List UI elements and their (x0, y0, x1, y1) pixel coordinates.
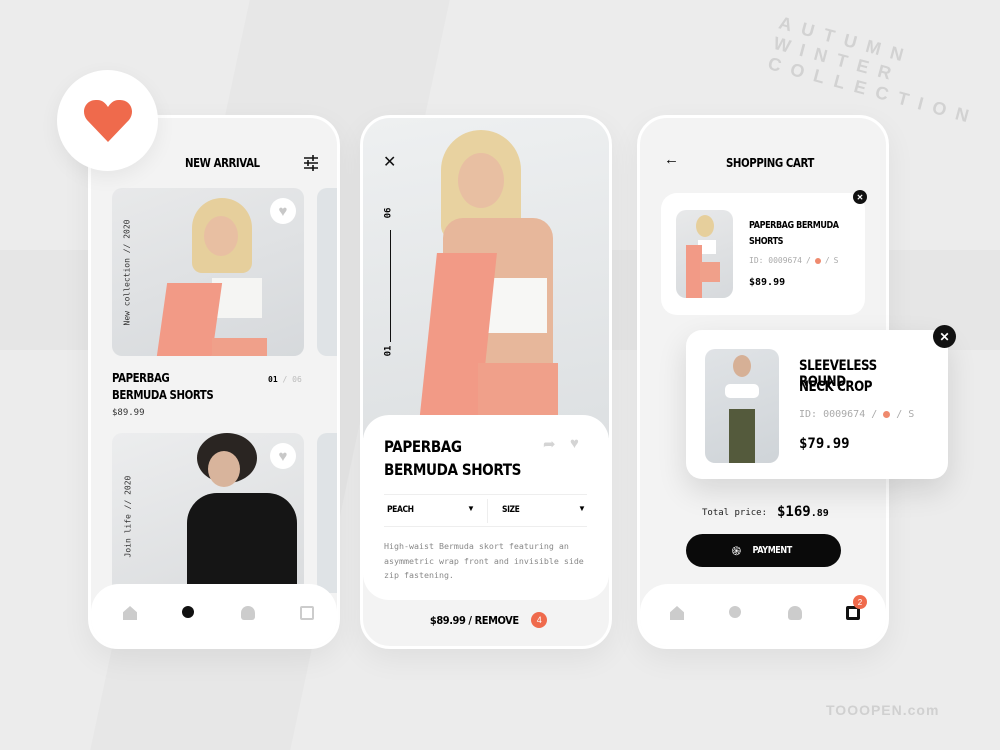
fingerprint-icon: ֍ (731, 544, 742, 558)
model-face (208, 451, 240, 487)
hero-image (363, 118, 609, 438)
next-product-peek[interactable] (317, 433, 337, 593)
color-swatch (883, 411, 891, 418)
user-icon[interactable] (241, 606, 255, 620)
cart-item-price: $79.99 (799, 436, 850, 452)
cart-item-image (705, 349, 779, 463)
product-description: High-waist Bermuda skort featuring an as… (384, 541, 584, 580)
model-hair (696, 215, 714, 237)
cart-item-meta: ID: 0009674/ / S (799, 409, 915, 420)
remove-button[interactable]: $89.99 / REMOVE 4 (363, 612, 609, 628)
heart-icon: ♥ (278, 447, 288, 465)
detail-card: PAPERBAG BERMUDA SHORTS ➦ ♥ PEACH ▼ SIZE… (363, 415, 609, 600)
decor-text: AUTUMN WINTER COLLECTION (765, 12, 981, 129)
cart-item-image (676, 210, 733, 298)
next-product-peek[interactable] (317, 188, 337, 356)
close-icon: ✕ (856, 192, 864, 202)
cart-item-id: ID: 0009674 (749, 256, 802, 265)
side-label: Join life // 2020 (123, 475, 133, 558)
pager-total: 06 (292, 375, 302, 384)
model-face (204, 216, 238, 256)
heart-icon[interactable]: ♥ (570, 435, 579, 452)
cart-item-expanded: SLEEVELESS ROUND NECK CROP ID: 0009674/ … (686, 325, 956, 479)
close-icon[interactable]: ✕ (383, 152, 396, 172)
model-top (725, 384, 759, 398)
divider (487, 499, 488, 523)
caret-down-icon: ▼ (578, 504, 586, 513)
model-shorts (212, 338, 267, 356)
pager-sep: / (282, 375, 288, 384)
total-cents: .89 (810, 508, 829, 519)
payment-button[interactable]: ֍ PAYMENT (686, 534, 841, 567)
cart-item: PAPERBAG BERMUDA SHORTS ID: 0009674/ / S… (661, 190, 867, 315)
favorite-button[interactable]: ♥ (270, 443, 296, 469)
home-icon[interactable] (670, 606, 684, 620)
product-image[interactable]: ♥ New collection // 2020 (112, 188, 304, 356)
cart-item-name-line2: NECK CROP (799, 379, 873, 395)
remove-item-button[interactable]: ✕ (933, 325, 956, 348)
cart-item-price: $89.99 (749, 277, 786, 288)
bottom-nav: 2 (640, 584, 886, 646)
product-name-line2: BERMUDA SHORTS (112, 388, 214, 402)
logo-badge (57, 70, 158, 171)
page-title: SHOPPING CART (726, 156, 814, 170)
side-label: New collection // 2020 (122, 219, 132, 326)
product-pager: 01 / 06 (268, 375, 302, 384)
back-arrow-icon[interactable]: ← (664, 151, 679, 168)
cart-item-size: S (833, 256, 839, 265)
model-pants (729, 409, 755, 463)
model-face (458, 153, 504, 208)
product-name-line1: PAPERBAG (112, 371, 170, 385)
payment-label: PAYMENT (752, 545, 793, 556)
product-price: $89.99 (112, 408, 145, 418)
model-shorts (478, 363, 558, 423)
total-label: Total price: (702, 508, 768, 518)
size-select-value: SIZE (502, 505, 520, 515)
pager-line (390, 230, 391, 342)
quantity-badge: 4 (531, 612, 548, 628)
sliders-icon[interactable] (303, 155, 319, 171)
cart-item-id: ID: 0009674 (799, 409, 866, 420)
size-select[interactable]: SIZE ▼ (494, 495, 587, 527)
options-row: PEACH ▼ SIZE ▼ (384, 494, 587, 527)
search-icon[interactable] (182, 606, 194, 618)
model-top (187, 493, 297, 593)
product-title-line1: PAPERBAG (384, 437, 462, 456)
pager-current: 01 (268, 375, 278, 384)
color-select[interactable]: PEACH ▼ (384, 495, 484, 527)
share-icon[interactable]: ➦ (543, 435, 556, 453)
cart-item-meta: ID: 0009674/ / S (749, 256, 839, 265)
caret-down-icon: ▼ (467, 504, 475, 513)
phone-product-detail: ✕ 06 01 PAPERBAG BERMUDA SHORTS ➦ ♥ PEAC… (360, 115, 612, 649)
color-swatch (814, 257, 821, 264)
user-icon[interactable] (788, 606, 802, 620)
product-title-line2: BERMUDA SHORTS (384, 460, 521, 479)
bag-icon[interactable] (300, 606, 314, 620)
product-image[interactable]: ♥ Join life // 2020 (112, 433, 304, 593)
heart-icon: ♥ (278, 202, 288, 220)
watermark: TOOOPEN.com (826, 702, 940, 718)
cart-badge: 2 (853, 595, 867, 609)
close-icon: ✕ (939, 329, 950, 344)
model-face (733, 355, 751, 377)
phone-new-arrival: NEW ARRIVAL ♥ New collection // 2020 PAP… (88, 115, 340, 649)
pager-bottom: 01 (383, 345, 394, 357)
bottom-nav (91, 584, 337, 646)
remove-item-button[interactable]: ✕ (853, 190, 867, 204)
total-price: $169.89 (777, 501, 829, 520)
total-main: $169 (777, 504, 811, 520)
page-title: NEW ARRIVAL (185, 156, 260, 170)
home-icon[interactable] (123, 606, 137, 620)
cart-item-size: S (908, 409, 915, 420)
model-shorts (700, 262, 720, 282)
heart-icon (83, 99, 132, 142)
favorite-button[interactable]: ♥ (270, 198, 296, 224)
color-select-value: PEACH (387, 505, 414, 515)
search-icon[interactable] (729, 606, 741, 618)
cart-item-name: PAPERBAG BERMUDA SHORTS (749, 220, 839, 247)
pager-top: 06 (383, 207, 394, 219)
remove-label: $89.99 / REMOVE (429, 613, 519, 627)
